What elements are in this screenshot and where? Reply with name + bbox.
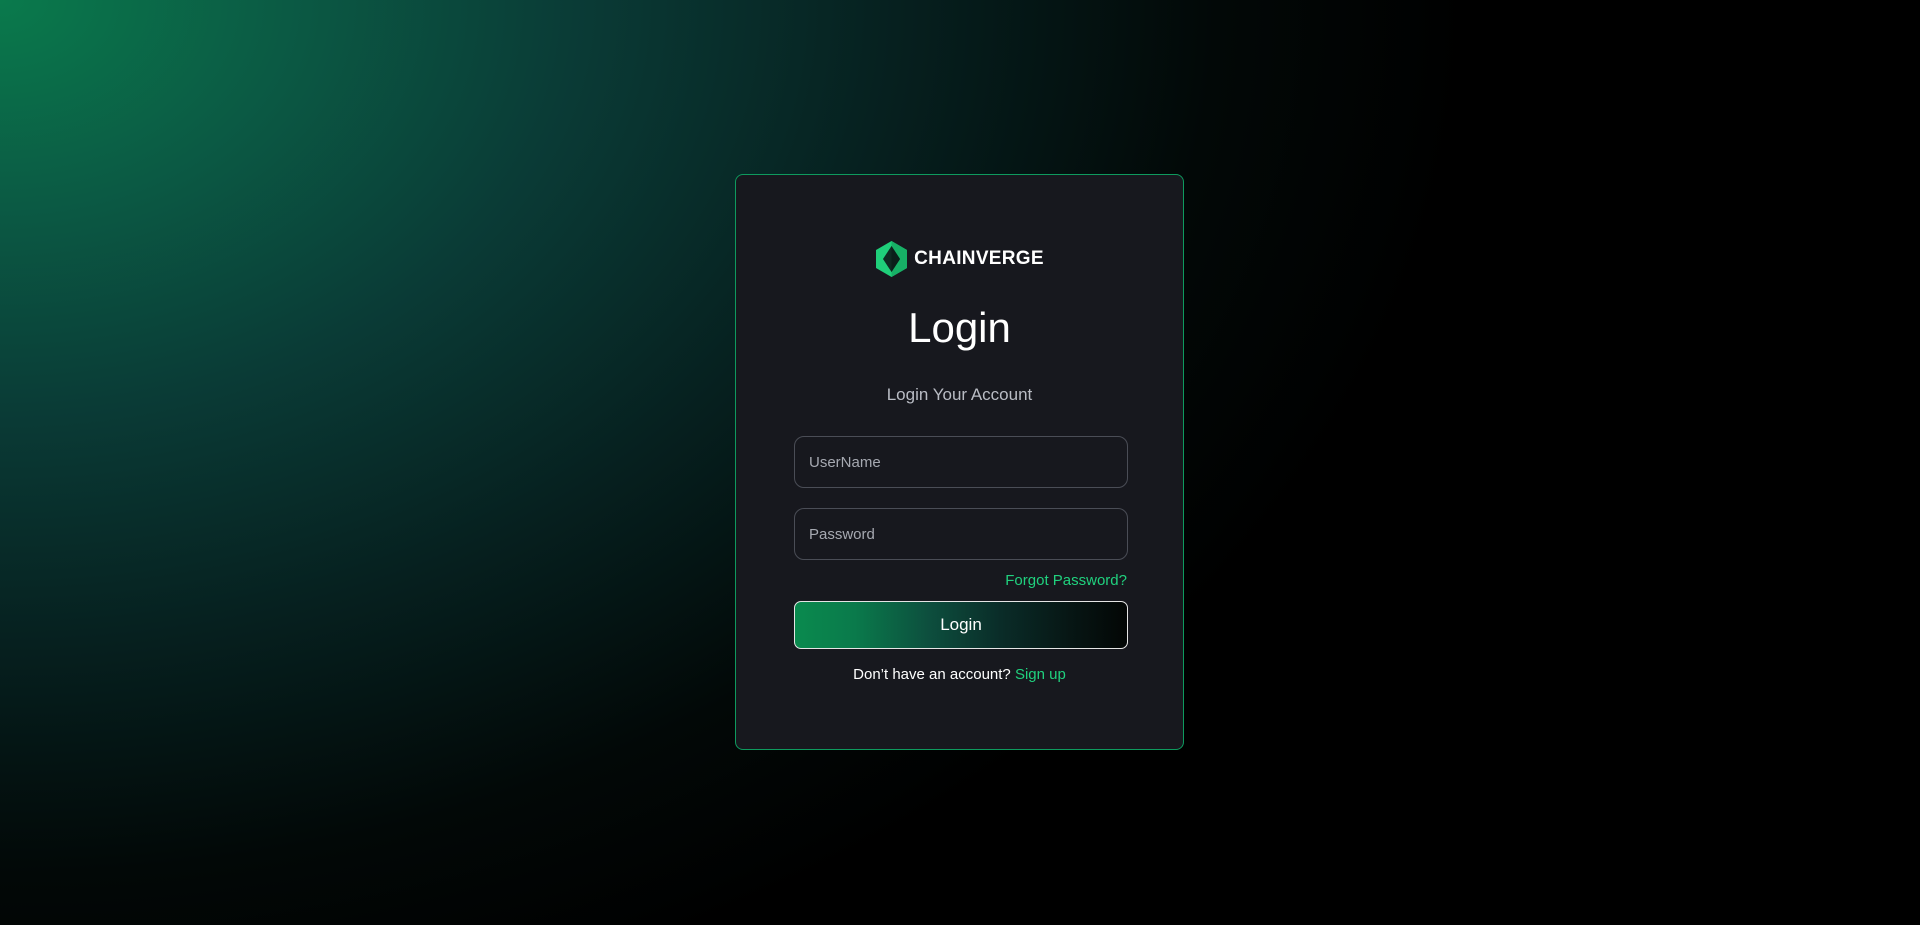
brand-name: CHAINVERGE (914, 248, 1044, 269)
username-input[interactable] (794, 436, 1128, 488)
forgot-password-link[interactable]: Forgot Password? (1005, 572, 1127, 589)
page-title: Login (908, 304, 1011, 351)
login-card: CHAINVERGE Login Login Your Account Forg… (735, 174, 1184, 750)
page-subtitle: Login Your Account (886, 385, 1033, 404)
hexagon-diamond-logo-icon (876, 241, 908, 277)
signup-link[interactable]: Sign up (1015, 666, 1066, 683)
password-input[interactable] (794, 508, 1128, 560)
login-button[interactable]: Login (794, 601, 1128, 649)
signup-prompt: Don’t have an account? (853, 666, 1011, 683)
brand-logo: CHAINVERGE (736, 240, 1183, 278)
signup-row: Don’t have an account? Sign up (736, 666, 1183, 683)
